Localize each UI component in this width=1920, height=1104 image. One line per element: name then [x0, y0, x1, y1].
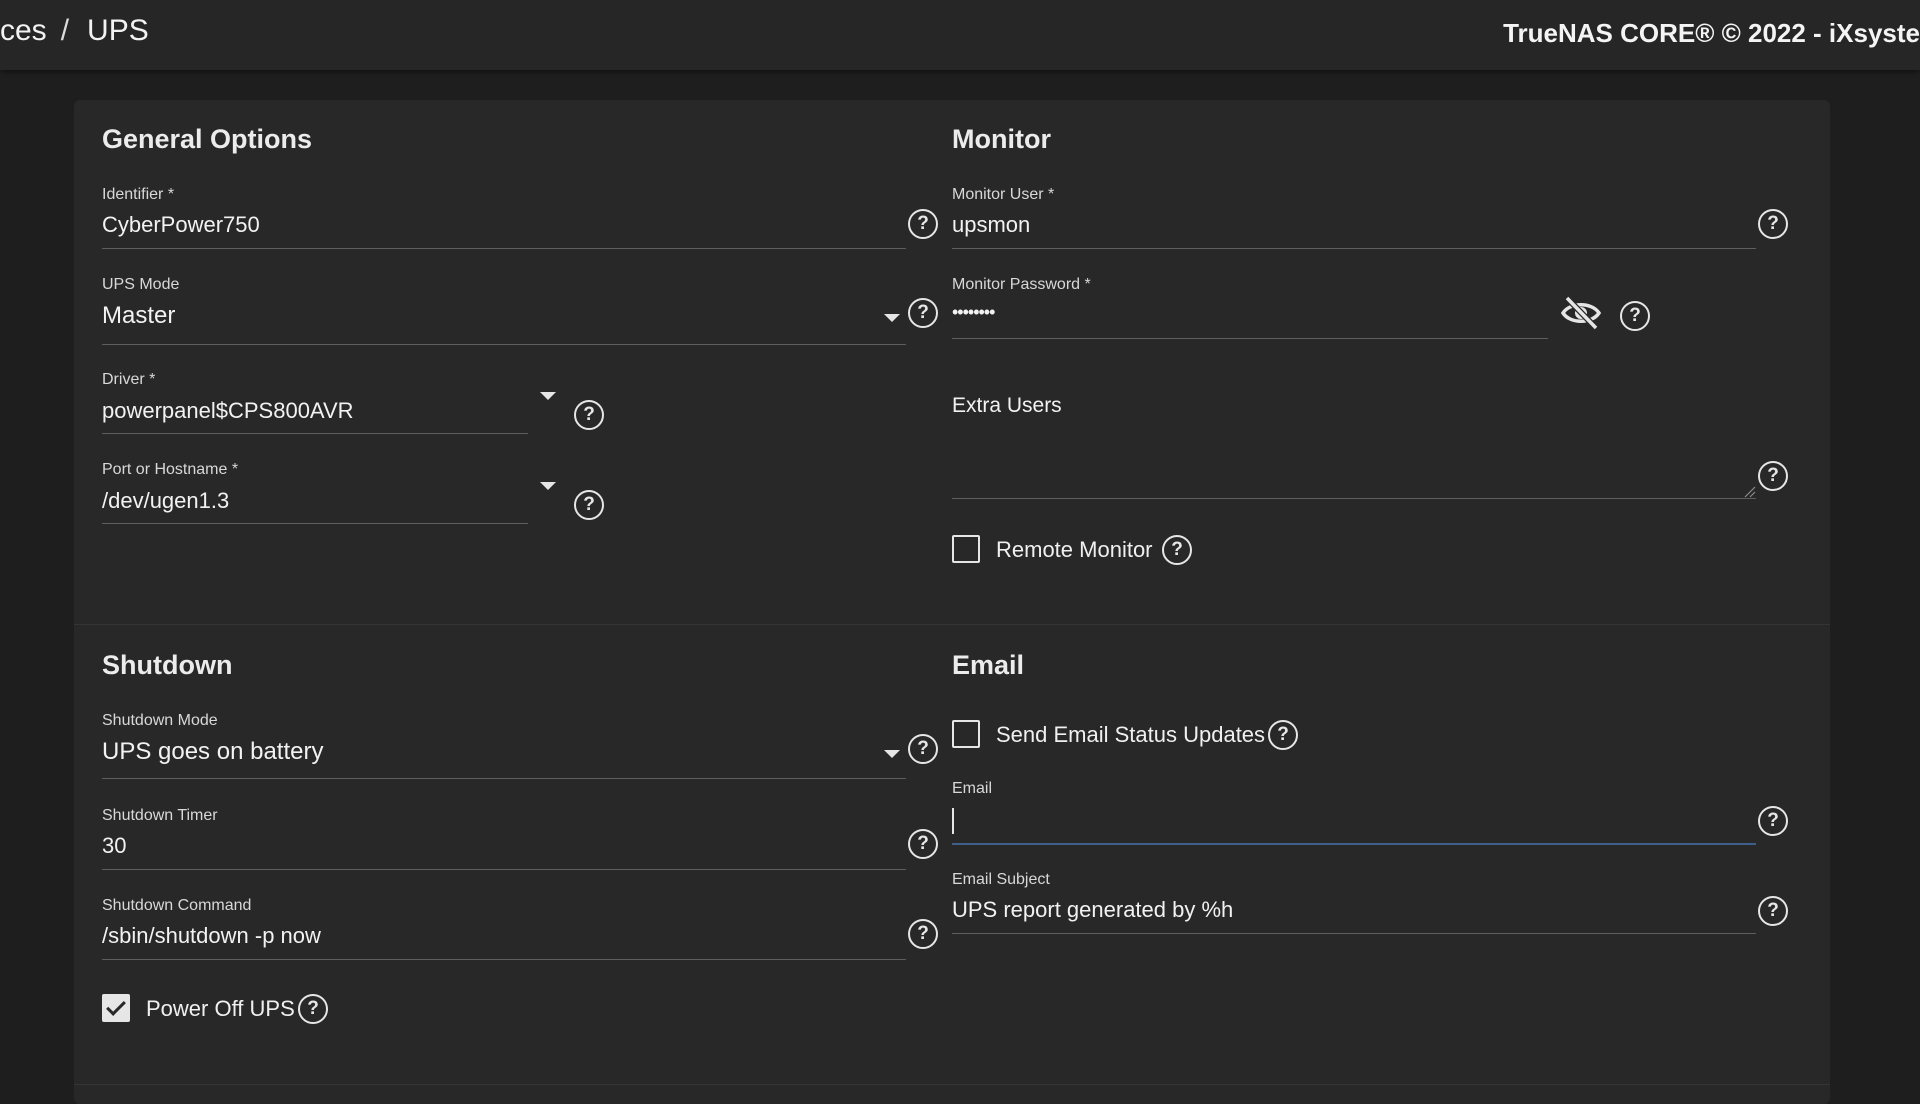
email-field[interactable]: Email: [952, 780, 1756, 846]
resize-handle-icon[interactable]: [1744, 486, 1756, 498]
monitor-title: Monitor: [952, 124, 1051, 154]
monitor-user-value[interactable]: upsmon: [952, 212, 1030, 238]
monitor-password-label: Monitor Password *: [952, 276, 1091, 293]
eye-off-icon[interactable]: [1560, 295, 1602, 331]
identifier-value[interactable]: CyberPower750: [102, 212, 260, 238]
shutdown-mode-underline: [102, 778, 906, 779]
breadcrumb-parent[interactable]: ces: [0, 14, 47, 47]
help-icon[interactable]: ?: [1758, 806, 1788, 836]
general-options-title: General Options: [102, 124, 313, 154]
email-title: Email: [952, 650, 1025, 680]
identifier-label: Identifier *: [102, 186, 175, 203]
help-icon[interactable]: ?: [298, 994, 328, 1024]
help-icon[interactable]: ?: [908, 919, 938, 949]
shutdown-mode-select[interactable]: Shutdown Mode UPS goes on battery: [102, 712, 906, 782]
extra-users-underline: [952, 498, 1756, 499]
monitor-password-value[interactable]: ••••••••: [952, 302, 995, 323]
remote-monitor-label[interactable]: Remote Monitor: [996, 537, 1153, 563]
send-email-label[interactable]: Send Email Status Updates: [996, 722, 1265, 748]
chevron-down-icon[interactable]: [540, 482, 556, 490]
help-icon[interactable]: ?: [1620, 301, 1650, 331]
email-subject-underline: [952, 933, 1756, 934]
help-icon[interactable]: ?: [1162, 535, 1192, 565]
help-icon[interactable]: ?: [908, 734, 938, 764]
remote-monitor-checkbox[interactable]: [952, 535, 980, 563]
shutdown-mode-value[interactable]: UPS goes on battery: [102, 738, 323, 766]
help-icon[interactable]: ?: [574, 490, 604, 520]
send-email-checkbox[interactable]: [952, 720, 980, 748]
driver-value[interactable]: powerpanel$CPS800AVR: [102, 398, 354, 424]
shutdown-timer-field[interactable]: Shutdown Timer 30: [102, 807, 906, 871]
breadcrumb: ces / UPS: [0, 14, 149, 48]
extra-users-textarea[interactable]: Extra Users: [952, 392, 1756, 500]
shutdown-command-underline: [102, 959, 906, 960]
shutdown-mode-label: Shutdown Mode: [102, 712, 218, 729]
shutdown-command-value[interactable]: /sbin/shutdown -p now: [102, 923, 321, 949]
shutdown-timer-underline: [102, 869, 906, 870]
shutdown-command-label: Shutdown Command: [102, 897, 252, 914]
help-icon[interactable]: ?: [908, 209, 938, 239]
port-hostname-value[interactable]: /dev/ugen1.3: [102, 488, 229, 514]
breadcrumb-separator: /: [60, 14, 70, 47]
copyright-text: TrueNAS CORE® © 2022 - iXsyste: [1503, 18, 1920, 48]
email-subject-field[interactable]: Email Subject UPS report generated by %h: [952, 871, 1756, 935]
ups-settings-form: General Options Identifier * CyberPower7…: [74, 100, 1830, 1104]
shutdown-title: Shutdown: [102, 650, 233, 680]
email-subject-label: Email Subject: [952, 871, 1050, 888]
monitor-user-underline: [952, 248, 1756, 249]
driver-underline: [102, 433, 528, 434]
port-hostname-select[interactable]: Port or Hostname * /dev/ugen1.3: [102, 461, 528, 525]
text-cursor: [952, 808, 954, 834]
help-icon[interactable]: ?: [1758, 461, 1788, 491]
shutdown-timer-label: Shutdown Timer: [102, 807, 218, 824]
email-label: Email: [952, 780, 993, 797]
monitor-user-field[interactable]: Monitor User * upsmon: [952, 186, 1756, 250]
monitor-user-label: Monitor User *: [952, 186, 1055, 203]
driver-label: Driver *: [102, 371, 156, 388]
email-subject-value[interactable]: UPS report generated by %h: [952, 897, 1233, 923]
help-icon[interactable]: ?: [1758, 896, 1788, 926]
section-divider: [74, 624, 1830, 625]
ups-mode-label: UPS Mode: [102, 276, 180, 293]
identifier-underline: [102, 248, 906, 249]
identifier-field[interactable]: Identifier * CyberPower750: [102, 186, 906, 250]
help-icon[interactable]: ?: [574, 400, 604, 430]
top-bar: ces / UPS TrueNAS CORE® © 2022 - iXsyste: [0, 0, 1920, 70]
chevron-down-icon[interactable]: [540, 392, 556, 400]
ups-mode-select[interactable]: UPS Mode Master: [102, 276, 906, 346]
ups-mode-underline: [102, 344, 906, 345]
port-hostname-underline: [102, 523, 528, 524]
breadcrumb-current: UPS: [87, 14, 149, 47]
ups-mode-value[interactable]: Master: [102, 302, 175, 330]
monitor-password-field[interactable]: Monitor Password * ••••••••: [952, 276, 1548, 340]
shutdown-command-field[interactable]: Shutdown Command /sbin/shutdown -p now: [102, 897, 906, 961]
email-underline: [952, 843, 1756, 845]
help-icon[interactable]: ?: [1268, 720, 1298, 750]
help-icon[interactable]: ?: [908, 829, 938, 859]
power-off-ups-label[interactable]: Power Off UPS: [146, 996, 295, 1022]
shutdown-timer-value[interactable]: 30: [102, 833, 126, 859]
extra-users-label: Extra Users: [952, 394, 1062, 417]
chevron-down-icon[interactable]: [884, 750, 900, 758]
chevron-down-icon[interactable]: [884, 314, 900, 322]
power-off-ups-checkbox[interactable]: [102, 994, 130, 1022]
driver-select[interactable]: Driver * powerpanel$CPS800AVR: [102, 371, 528, 435]
help-icon[interactable]: ?: [1758, 209, 1788, 239]
section-divider: [74, 1084, 1830, 1085]
monitor-password-underline: [952, 338, 1548, 339]
help-icon[interactable]: ?: [908, 298, 938, 328]
port-hostname-label: Port or Hostname *: [102, 461, 239, 478]
